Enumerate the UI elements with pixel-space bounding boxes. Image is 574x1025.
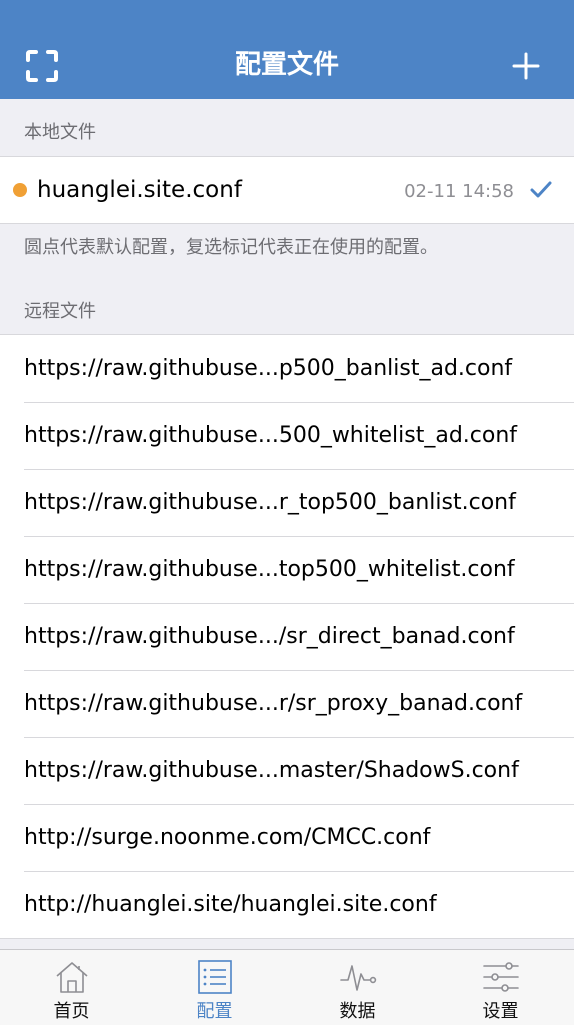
tab-settings-label: 设置 bbox=[482, 1001, 519, 1022]
tab-data-label: 数据 bbox=[339, 1001, 376, 1022]
remote-files-header: 远程文件 bbox=[24, 301, 96, 322]
tab-bar: 首页 配置 数据 设置 bbox=[0, 949, 574, 1025]
navigation-bar: 配置文件 bbox=[0, 0, 574, 99]
plus-icon bbox=[512, 52, 540, 80]
remote-file-row[interactable]: https://raw.githubuse...p500_banlist_ad.… bbox=[0, 335, 574, 402]
tab-config-label: 配置 bbox=[196, 1001, 233, 1022]
footnote-text: 圆点代表默认配置，复选标记代表正在使用的配置。 bbox=[24, 237, 438, 258]
default-config-dot bbox=[13, 183, 27, 197]
remote-files-group: https://raw.githubuse...p500_banlist_ad.… bbox=[0, 334, 574, 939]
local-file-name: huanglei.site.conf bbox=[37, 177, 242, 203]
remote-file-row[interactable]: https://raw.githubuse...top500_whitelist… bbox=[0, 536, 574, 603]
tab-home[interactable]: 首页 bbox=[0, 950, 143, 1025]
sliders-icon bbox=[483, 962, 519, 992]
remote-file-row[interactable]: https://raw.githubuse...500_whitelist_ad… bbox=[0, 402, 574, 469]
remote-file-row[interactable]: https://raw.githubuse...master/ShadowS.c… bbox=[0, 737, 574, 804]
remote-file-row[interactable]: https://raw.githubuse...r/sr_proxy_banad… bbox=[0, 670, 574, 737]
tab-home-label: 首页 bbox=[53, 1001, 90, 1022]
remote-file-row[interactable]: https://raw.githubuse...r_top500_banlist… bbox=[0, 469, 574, 536]
remote-file-row[interactable]: http://surge.noonme.com/CMCC.conf bbox=[0, 804, 574, 871]
page-title: 配置文件 bbox=[234, 50, 339, 80]
remote-file-row[interactable]: https://raw.githubuse.../sr_direct_banad… bbox=[0, 603, 574, 670]
tab-config[interactable]: 配置 bbox=[143, 950, 286, 1025]
tab-settings[interactable]: 设置 bbox=[429, 950, 572, 1025]
local-file-row[interactable]: huanglei.site.conf 02-11 14:58 bbox=[0, 157, 574, 223]
list-icon bbox=[198, 960, 232, 994]
tab-data[interactable]: 数据 bbox=[286, 950, 429, 1025]
checkmark-icon bbox=[530, 181, 552, 198]
remote-file-row[interactable]: http://huanglei.site/huanglei.site.conf bbox=[0, 871, 574, 938]
home-icon bbox=[56, 962, 88, 993]
add-config-button[interactable] bbox=[508, 48, 544, 84]
local-files-header: 本地文件 bbox=[24, 122, 96, 143]
pulse-icon bbox=[340, 965, 377, 991]
local-files-group: huanglei.site.conf 02-11 14:58 bbox=[0, 156, 574, 224]
local-file-time: 02-11 14:58 bbox=[404, 181, 514, 202]
